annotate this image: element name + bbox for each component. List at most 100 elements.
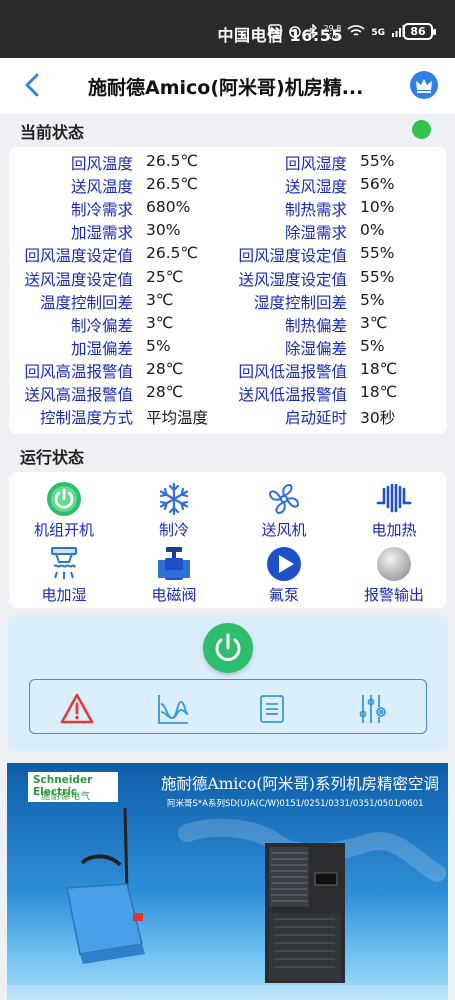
parameter-label: 湿度控制回差 bbox=[253, 293, 347, 312]
parameter-value: 10% bbox=[360, 198, 395, 217]
parameter-value: 5% bbox=[360, 336, 385, 355]
parameter-value: 28℃ bbox=[146, 359, 184, 378]
parameter-row: 送风高温报警值 28℃ 送风低温报警值 18℃ bbox=[9, 383, 447, 406]
run-item-label: 机组开机 bbox=[33, 521, 94, 539]
run-status-card: 机组开机 制冷 送风机 电加热 电加湿 电磁阀 氟泵 报警输出 bbox=[9, 472, 447, 608]
settings-button[interactable] bbox=[357, 692, 391, 726]
crown-button[interactable] bbox=[410, 71, 438, 99]
parameter-value: 55% bbox=[360, 267, 395, 286]
bluetooth-icon bbox=[308, 23, 318, 41]
parameter-label: 送风温度 bbox=[70, 178, 133, 197]
parameter-label: 除湿偏差 bbox=[284, 339, 347, 358]
parameter-value: 18℃ bbox=[360, 383, 398, 401]
alarm-button[interactable] bbox=[60, 692, 94, 726]
parameter-value: 26.5℃ bbox=[146, 152, 198, 170]
run-item-label: 电加湿 bbox=[41, 586, 87, 604]
parameter-value: 680% bbox=[146, 198, 191, 217]
parameter-row: 回风温度 26.5℃ 回风湿度 55% bbox=[9, 152, 447, 175]
parameter-label: 回风湿度 bbox=[284, 155, 347, 173]
parameter-label: 送风温度设定值 bbox=[24, 270, 133, 289]
parameter-label: 送风湿度设定值 bbox=[238, 270, 347, 289]
run-item-fluorine-pump: 氟泵 bbox=[234, 546, 334, 605]
parameter-label: 温度控制回差 bbox=[39, 293, 133, 312]
parameter-label: 除湿需求 bbox=[284, 224, 347, 243]
parameter-value: 55% bbox=[360, 152, 395, 170]
parameter-row: 温度控制回差 3℃ 湿度控制回差 5% bbox=[9, 291, 447, 314]
parameter-value: 25℃ bbox=[146, 267, 184, 286]
parameter-label: 制冷偏差 bbox=[70, 316, 133, 335]
parameter-label: 回风温度 bbox=[70, 155, 133, 173]
pump-icon bbox=[266, 546, 302, 582]
parameter-row: 控制温度方式 平均温度 启动延时 30秒 bbox=[9, 406, 447, 429]
parameter-row: 回风温度设定值 26.5℃ 回风湿度设定值 55% bbox=[9, 244, 447, 267]
parameter-label: 加湿偏差 bbox=[70, 339, 133, 358]
parameter-row: 送风温度 26.5℃ 送风湿度 56% bbox=[9, 175, 447, 198]
product-banner[interactable]: Schneider Electric 施耐德电气 施耐德Amico(阿米哥)系列… bbox=[7, 763, 448, 1000]
parameter-value: 18℃ bbox=[360, 359, 398, 378]
run-status-heading: 运行状态 bbox=[20, 448, 85, 467]
signal-label: 5G bbox=[371, 27, 385, 38]
status-indicator bbox=[412, 120, 431, 139]
battery-indicator: 86 bbox=[403, 23, 436, 40]
parameter-row: 制冷偏差 3℃ 制热偏差 3℃ bbox=[9, 314, 447, 337]
parameter-row: 加湿需求 30% 除湿需求 0% bbox=[9, 221, 447, 244]
line-chart-icon bbox=[158, 695, 189, 724]
parameter-value: 30秒 bbox=[360, 409, 396, 428]
parameter-value: 3℃ bbox=[146, 313, 174, 332]
parameter-label: 回风低温报警值 bbox=[238, 362, 347, 381]
parameter-value: 3℃ bbox=[360, 313, 388, 332]
parameter-value: 5% bbox=[146, 336, 171, 355]
run-item-label: 电磁阀 bbox=[151, 586, 197, 604]
page-title: 施耐德Amico(阿米哥)机房精... bbox=[88, 77, 364, 99]
valve-icon bbox=[156, 546, 192, 582]
sliders-icon bbox=[359, 695, 386, 723]
parameter-value: 30% bbox=[146, 221, 181, 240]
warning-icon bbox=[60, 693, 94, 724]
parameter-value: 3℃ bbox=[146, 290, 174, 309]
curve-button[interactable] bbox=[156, 692, 190, 726]
parameter-label: 制热偏差 bbox=[284, 316, 347, 335]
run-item-label: 电加热 bbox=[371, 521, 417, 539]
parameter-value: 55% bbox=[360, 244, 395, 263]
parameter-label: 启动延时 bbox=[284, 409, 347, 428]
net-speed: 29.8 K/s bbox=[323, 23, 342, 41]
parameter-row: 回风高温报警值 28℃ 回风低温报警值 18℃ bbox=[9, 360, 447, 383]
log-button[interactable] bbox=[255, 692, 289, 726]
run-item-alarm-output: 报警输出 bbox=[344, 546, 444, 605]
banner-illustration bbox=[7, 807, 448, 1000]
parameter-value: 平均温度 bbox=[146, 409, 209, 428]
parameter-label: 回风湿度设定值 bbox=[238, 247, 347, 266]
back-button[interactable] bbox=[18, 70, 48, 100]
fan-icon bbox=[266, 481, 302, 517]
snowflake-icon bbox=[156, 481, 192, 517]
run-item-label: 送风机 bbox=[261, 521, 307, 539]
parameter-row: 制冷需求 680% 制热需求 10% bbox=[9, 198, 447, 221]
parameter-card: 回风温度 26.5℃ 回风湿度 55% 送风温度 26.5℃ 送风湿度 56% 制冷需求 680%… bbox=[9, 147, 447, 434]
run-item-unit-on: 机组开机 bbox=[14, 481, 114, 540]
heater-icon bbox=[376, 481, 412, 517]
power-button[interactable] bbox=[203, 623, 253, 673]
chevron-left-icon bbox=[25, 73, 39, 97]
alarm-output-icon bbox=[376, 546, 412, 582]
parameter-label: 回风温度设定值 bbox=[24, 247, 133, 266]
parameter-label: 回风高温报警值 bbox=[24, 362, 133, 381]
wifi-icon bbox=[347, 24, 365, 41]
run-item-electric-heating: 电加热 bbox=[344, 481, 444, 540]
parameter-value: 56% bbox=[360, 175, 395, 194]
run-item-electric-humidifying: 电加湿 bbox=[14, 546, 114, 605]
nfc-icon bbox=[267, 24, 282, 41]
parameter-label: 送风低温报警值 bbox=[238, 386, 347, 404]
parameter-value: 26.5℃ bbox=[146, 175, 198, 194]
status-bar: 中国电信 16:55 29.8 K/s 5G 86 bbox=[0, 0, 455, 58]
function-toolbar bbox=[29, 679, 427, 734]
power-icon bbox=[215, 633, 241, 661]
app-bar: 施耐德Amico(阿米哥)机房精... bbox=[0, 58, 455, 114]
parameter-value: 28℃ bbox=[146, 383, 184, 401]
list-icon bbox=[260, 695, 284, 723]
current-status-heading: 当前状态 bbox=[20, 123, 85, 142]
parameter-label: 送风湿度 bbox=[284, 178, 347, 197]
parameter-value: 5% bbox=[360, 290, 385, 309]
parameter-label: 控制温度方式 bbox=[39, 409, 133, 428]
crown-icon bbox=[416, 79, 432, 93]
power-icon bbox=[46, 481, 82, 517]
